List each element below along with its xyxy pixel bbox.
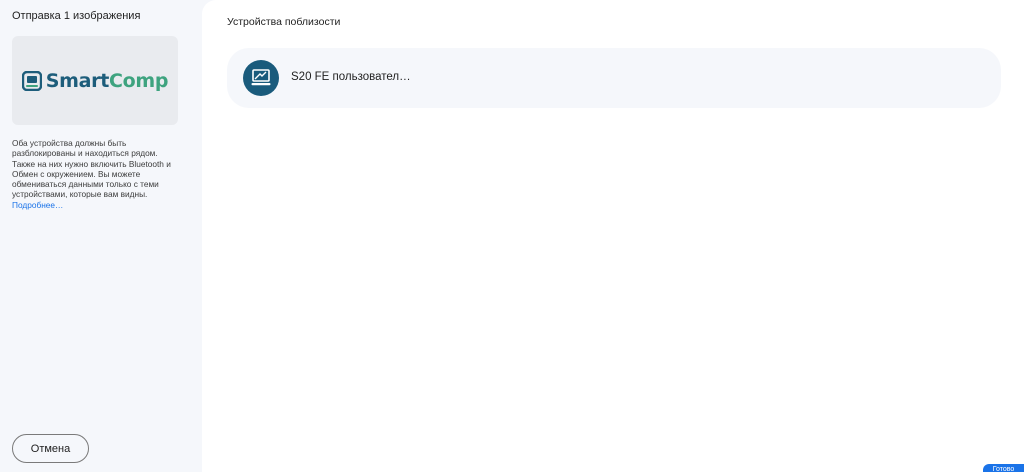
- logo-mark-icon: [21, 70, 42, 91]
- laptop-icon: [243, 60, 279, 96]
- device-item[interactable]: S20 FE пользовател…: [227, 48, 1001, 108]
- image-preview: SmartComp: [12, 36, 178, 125]
- nearby-devices-title: Устройства поблизости: [227, 16, 341, 28]
- sidebar: Отправка 1 изображения SmartComp Оба уст…: [0, 0, 202, 472]
- device-name: S20 FE пользовател…: [291, 71, 411, 83]
- smartcomp-logo: SmartComp: [21, 69, 169, 92]
- sidebar-title: Отправка 1 изображения: [12, 10, 141, 22]
- info-text: Оба устройства должны быть разблокирован…: [12, 138, 180, 210]
- share-window: Отправка 1 изображения SmartComp Оба уст…: [0, 0, 1024, 472]
- logo-text: SmartComp: [45, 69, 169, 92]
- laptop-glyph: [251, 69, 271, 86]
- cancel-button[interactable]: Отмена: [12, 434, 89, 463]
- main-panel: Устройства поблизости S20 FE пользовател…: [202, 0, 1024, 472]
- done-button[interactable]: Готово: [983, 464, 1024, 472]
- info-description: Оба устройства должны быть разблокирован…: [12, 138, 171, 200]
- learn-more-link[interactable]: Подробнее…: [12, 200, 63, 210]
